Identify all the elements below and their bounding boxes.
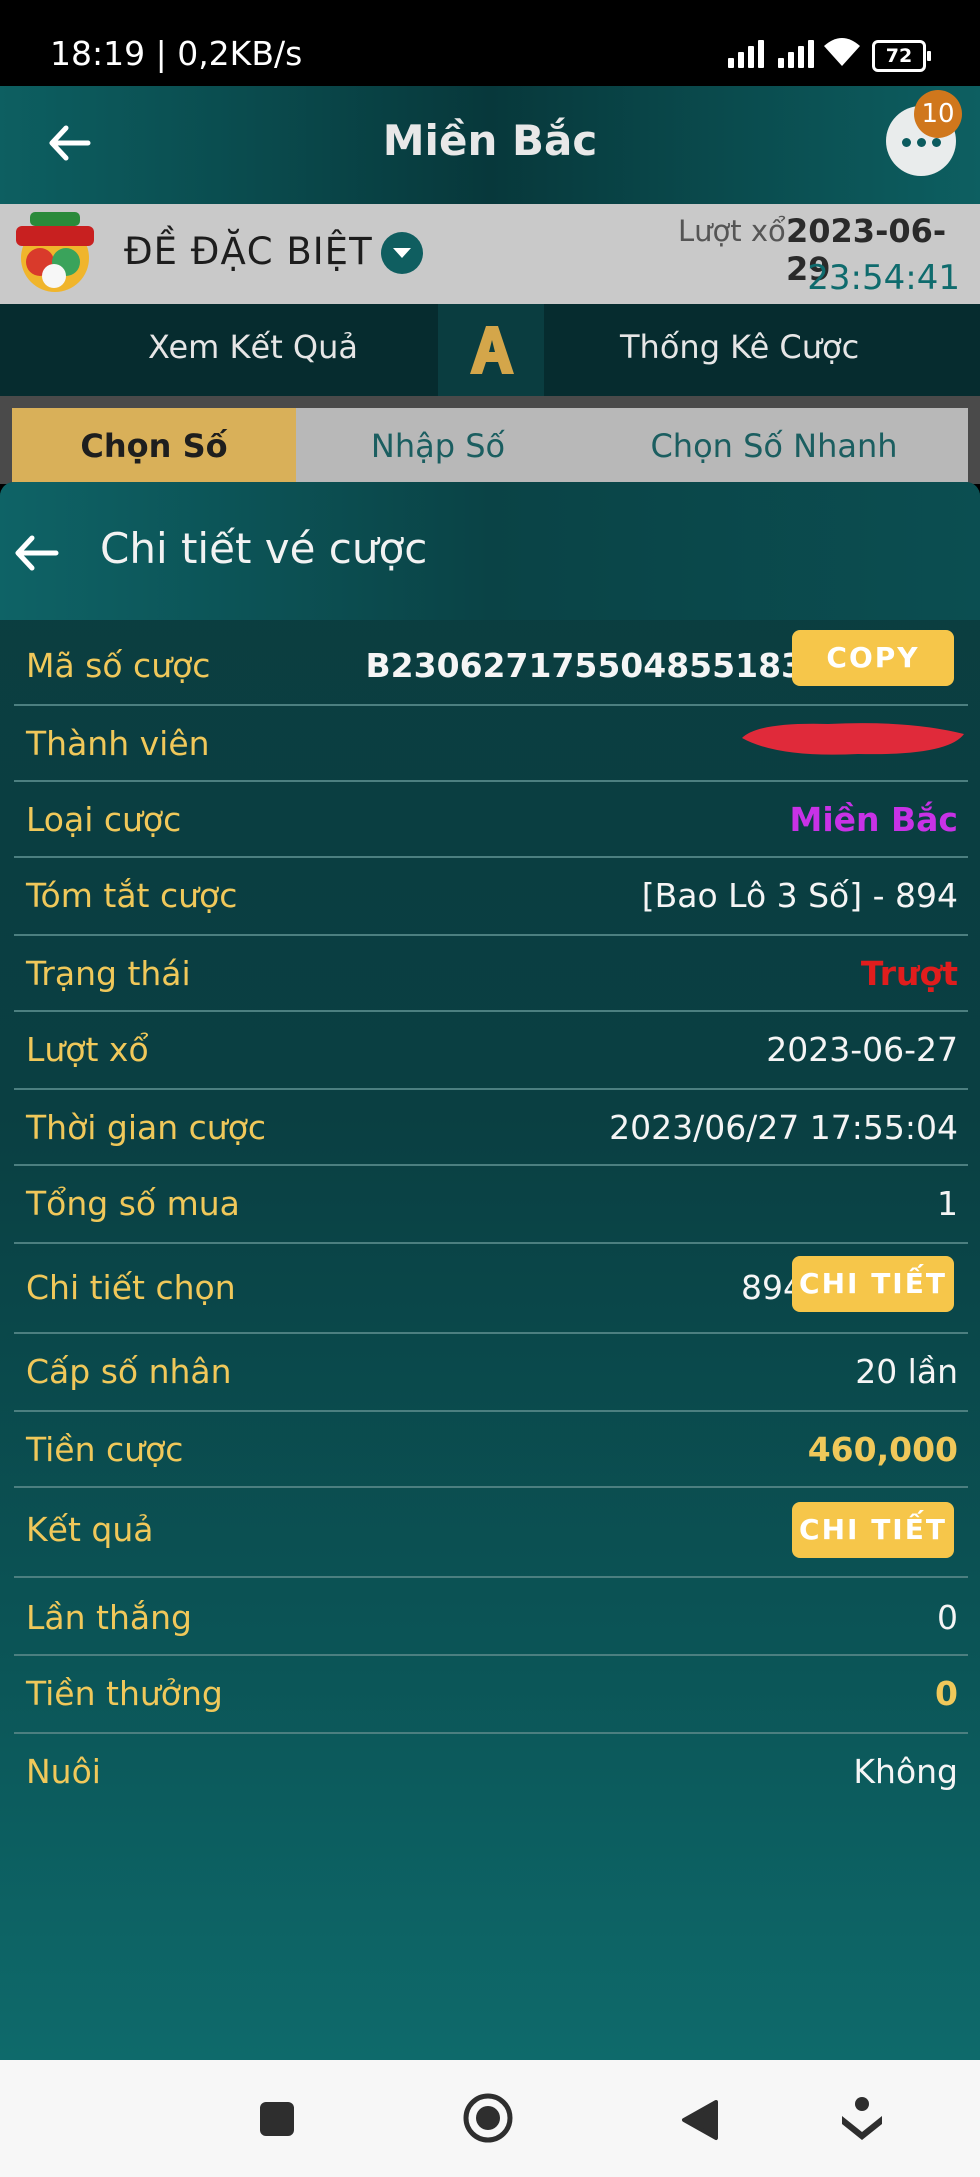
row-multiplier: Cấp số nhân 20 lần [14, 1332, 968, 1412]
win-count-value: 0 [937, 1598, 958, 1637]
copy-button[interactable]: COPY [792, 630, 954, 686]
panel-back-icon[interactable] [12, 530, 62, 576]
stake-label: Tiền cược [26, 1430, 184, 1469]
dropdown-icon[interactable] [381, 232, 423, 274]
draw-row-value: 2023-06-27 [766, 1030, 958, 1069]
total-count-value: 1 [937, 1184, 958, 1223]
logo-a-icon [470, 326, 514, 374]
nuoi-label: Nuôi [26, 1752, 101, 1791]
tab-chon-so-nhanh[interactable]: Chọn Số Nhanh [580, 408, 968, 484]
panel-title: Chi tiết vé cược [100, 524, 428, 573]
row-selection-detail: Chi tiết chọn 894 CHI TIẾT [14, 1242, 968, 1334]
bet-detail-panel: Chi tiết vé cược Mã số cược B23062717550… [0, 482, 980, 2060]
stake-value: 460,000 [807, 1430, 958, 1469]
signal-icon-2 [778, 38, 814, 68]
tab-chon-so[interactable]: Chọn Số [12, 408, 296, 484]
multiplier-value: 20 lần [855, 1352, 958, 1391]
bet-statistics-button[interactable]: Thống Kê Cược [620, 328, 859, 366]
row-stake: Tiền cược 460,000 [14, 1410, 968, 1488]
bet-summary-value: [Bao Lô 3 Số] - 894 [641, 876, 958, 915]
status-time: 18:19 | 0,2KB/s [50, 34, 303, 73]
signal-icon-1 [728, 38, 764, 68]
status-label: Trạng thái [26, 954, 191, 993]
notification-badge: 10 [914, 90, 962, 138]
bet-time-value: 2023/06/27 17:55:04 [609, 1108, 958, 1147]
row-bet-summary: Tóm tắt cược [Bao Lô 3 Số] - 894 [14, 856, 968, 936]
multiplier-label: Cấp số nhân [26, 1352, 232, 1391]
battery-icon: 72 [872, 40, 931, 72]
bet-code-value: B230627175504855183 [365, 646, 804, 685]
prize-label: Tiền thưởng [26, 1674, 223, 1713]
total-count-label: Tổng số mua [26, 1184, 240, 1223]
wifi-icon [824, 38, 860, 66]
tab-bar: Chọn Số Nhập Số Chọn Số Nhanh [0, 396, 980, 484]
bet-type-value: Miền Bắc [789, 800, 959, 839]
row-nuoi: Nuôi Không [14, 1732, 968, 1810]
selection-detail-button[interactable]: CHI TIẾT [792, 1256, 954, 1312]
row-draw: Lượt xổ 2023-06-27 [14, 1010, 968, 1090]
redaction-mark [742, 723, 964, 755]
tab-nhap-so[interactable]: Nhập Số [296, 408, 580, 484]
system-nav-bar [0, 2060, 980, 2177]
panel-header: Chi tiết vé cược [0, 482, 980, 620]
row-bet-time: Thời gian cược 2023/06/27 17:55:04 [14, 1088, 968, 1166]
back-nav-icon[interactable] [680, 2098, 720, 2142]
view-results-button[interactable]: Xem Kết Quả [148, 328, 358, 366]
draw-row-label: Lượt xổ [26, 1030, 149, 1069]
home-nav-icon[interactable] [462, 2092, 514, 2144]
top-nav: Miền Bắc 10 [0, 86, 980, 204]
row-status: Trạng thái Trượt [14, 934, 968, 1012]
status-value: Trượt [860, 954, 958, 993]
status-bar: 18:19 | 0,2KB/s 72 [0, 0, 980, 86]
row-member: Thành viên [14, 704, 968, 782]
nuoi-value: Không [853, 1752, 958, 1791]
bet-time-label: Thời gian cược [26, 1108, 267, 1147]
bet-code-label: Mã số cược [26, 646, 211, 685]
center-logo [438, 304, 544, 396]
result-detail-button[interactable]: CHI TIẾT [792, 1502, 954, 1558]
result-label: Kết quả [26, 1510, 154, 1549]
lottery-bar: ĐỀ ĐẶC BIỆT Lượt xổ 2023-06-29 23:54:41 [0, 204, 980, 304]
page-title: Miền Bắc [382, 116, 598, 165]
row-bet-code: Mã số cược B230627175504855183 COPY [14, 622, 968, 706]
lottery-logo-icon [16, 212, 94, 292]
row-prize: Tiền thưởng 0 [14, 1654, 968, 1734]
row-bet-type: Loại cược Miền Bắc [14, 780, 968, 858]
game-name[interactable]: ĐỀ ĐẶC BIỆT [124, 230, 373, 273]
square-nav-icon[interactable] [258, 2100, 296, 2138]
action-bar: Xem Kết Quả Thống Kê Cược [0, 304, 980, 396]
bet-type-label: Loại cược [26, 800, 182, 839]
selection-detail-label: Chi tiết chọn [26, 1268, 236, 1307]
row-win-count: Lần thắng 0 [14, 1576, 968, 1656]
row-total-count: Tổng số mua 1 [14, 1164, 968, 1244]
draw-label: Lượt xổ [678, 214, 786, 248]
prize-value: 0 [935, 1674, 958, 1713]
menu-nav-icon[interactable] [838, 2094, 886, 2144]
countdown-timer: 23:54:41 [807, 258, 960, 298]
bet-summary-label: Tóm tắt cược [26, 876, 238, 915]
row-result: Kết quả CHI TIẾT [14, 1486, 968, 1578]
member-label: Thành viên [26, 724, 210, 763]
win-count-label: Lần thắng [26, 1598, 192, 1637]
